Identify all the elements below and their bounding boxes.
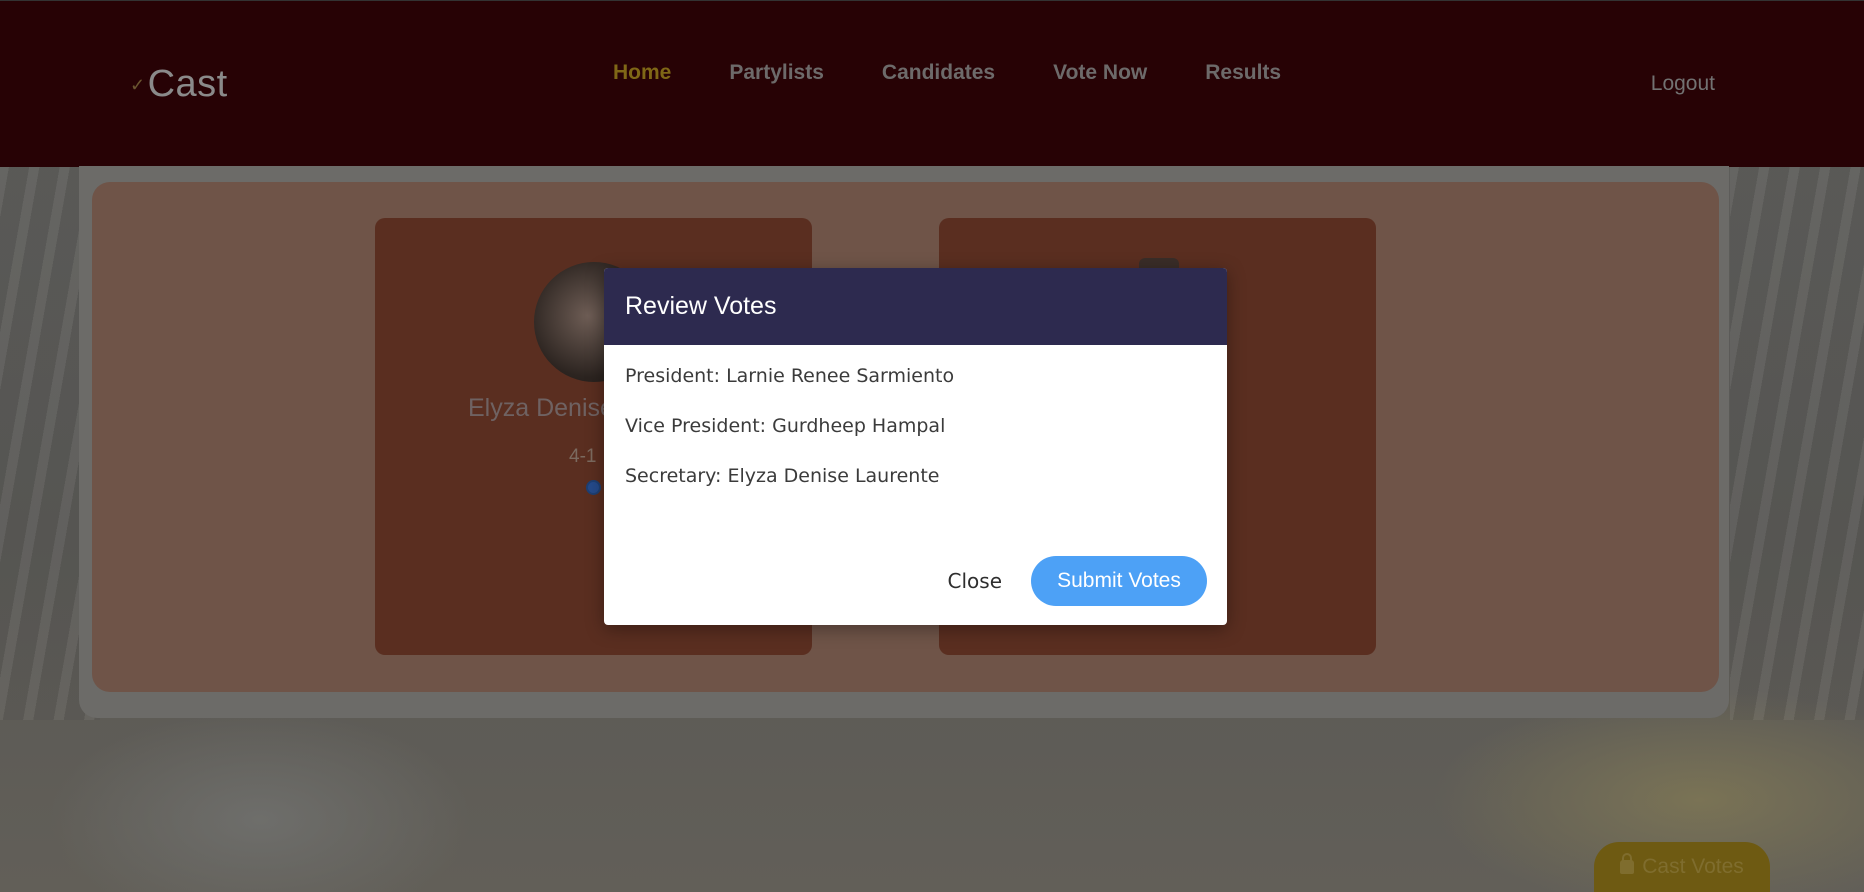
nav-item-partylists[interactable]: Partylists: [729, 61, 824, 85]
modal-body: President: Larnie Renee Sarmiento Vice P…: [604, 345, 1227, 488]
cast-votes-button[interactable]: Cast Votes: [1594, 842, 1770, 892]
submit-votes-button[interactable]: Submit Votes: [1031, 556, 1207, 606]
cast-votes-label: Cast Votes: [1642, 855, 1744, 878]
modal-footer: Close Submit Votes: [604, 556, 1227, 606]
main-nav: Home Partylists Candidates Vote Now Resu…: [613, 61, 1339, 85]
logo-text: Cast: [147, 63, 228, 105]
app-logo[interactable]: ✓Cast: [130, 63, 228, 106]
review-votes-modal: Review Votes President: Larnie Renee Sar…: [604, 268, 1227, 625]
nav-item-home[interactable]: Home: [613, 61, 671, 85]
candidate-name: Elyza Denise: [468, 394, 614, 422]
nav-item-results[interactable]: Results: [1205, 61, 1281, 85]
vote-secretary: Secretary: Elyza Denise Laurente: [625, 465, 940, 487]
nav-item-candidates[interactable]: Candidates: [882, 61, 995, 85]
vote-vice-president: Vice President: Gurdheep Hampal: [625, 415, 946, 437]
modal-header: Review Votes: [604, 268, 1227, 345]
logo-mark-icon: ✓: [130, 75, 146, 96]
vote-president: President: Larnie Renee Sarmiento: [625, 365, 955, 387]
candidate-select-radio[interactable]: [586, 480, 601, 495]
nav-item-vote-now[interactable]: Vote Now: [1053, 61, 1147, 85]
candidate-number: 4-1: [569, 446, 597, 467]
close-button[interactable]: Close: [948, 569, 1002, 593]
background-decoration-right: [1730, 160, 1864, 720]
modal-title: Review Votes: [625, 292, 777, 320]
logout-link[interactable]: Logout: [1651, 72, 1715, 96]
top-navbar: ✓Cast Home Partylists Candidates Vote No…: [0, 0, 1864, 167]
lock-icon: [1620, 853, 1635, 874]
